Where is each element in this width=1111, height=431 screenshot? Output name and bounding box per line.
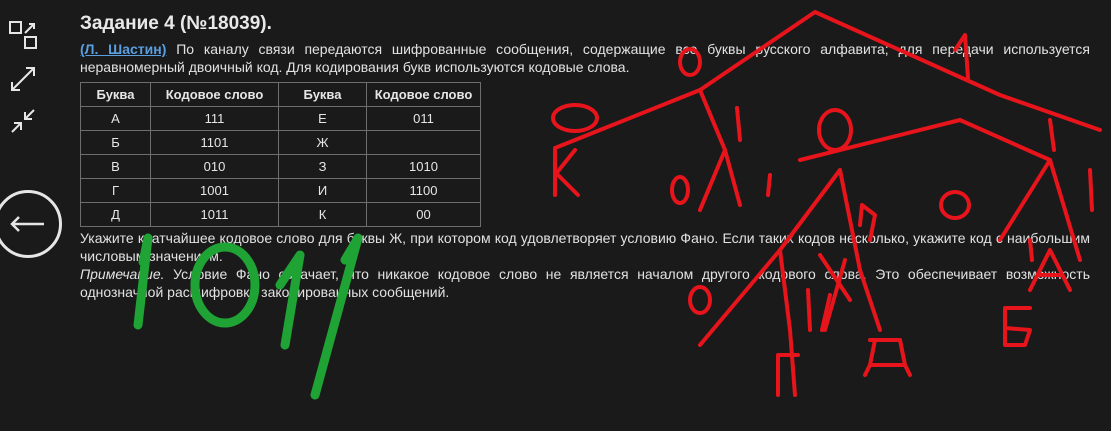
- table-cell: Е: [278, 106, 367, 131]
- sidebar: [0, 0, 62, 431]
- table-cell: Б: [80, 130, 151, 155]
- table-cell: Ж: [278, 130, 367, 155]
- question-text: Укажите кратчайшее кодовое слово для бук…: [80, 230, 1090, 264]
- table-cell: К: [278, 202, 367, 227]
- code-table: Буква Кодовое слово Буква Кодовое слово …: [80, 82, 481, 227]
- task-content: Задание 4 (№18039). (Л. Шастин) По канал…: [80, 12, 1090, 301]
- table-cell: Д: [80, 202, 151, 227]
- table-cell: З: [278, 154, 367, 179]
- expand-icon[interactable]: [8, 64, 38, 94]
- shrink-icon[interactable]: [8, 106, 38, 136]
- arrow-left-icon: [10, 216, 44, 232]
- header-letter-2: Буква: [278, 82, 367, 107]
- table-row: Б 1101 Ж: [80, 130, 481, 155]
- table-cell: Г: [80, 178, 151, 203]
- table-cell: 1011: [150, 202, 279, 227]
- note-text: Условие Фано означает, что никакое кодов…: [80, 266, 1090, 300]
- table-cell: В: [80, 154, 151, 179]
- collapse-icon[interactable]: [8, 20, 38, 50]
- table-cell: 011: [366, 106, 481, 131]
- table-cell: 1010: [366, 154, 481, 179]
- table-cell: А: [80, 106, 151, 131]
- author-link[interactable]: (Л. Шастин): [80, 41, 166, 57]
- table-cell: 1100: [366, 178, 481, 203]
- table-row: Г 1001 И 1100: [80, 178, 481, 203]
- note-label: Примечание.: [80, 266, 165, 282]
- header-letter-1: Буква: [80, 82, 151, 107]
- task-title: Задание 4 (№18039).: [80, 13, 272, 34]
- table-cell: 1001: [150, 178, 279, 203]
- intro-text: По каналу связи передаются шифрованные с…: [80, 41, 1090, 75]
- table-cell: И: [278, 178, 367, 203]
- table-row: В 010 З 1010: [80, 154, 481, 179]
- table-cell: 010: [150, 154, 279, 179]
- table-cell: 111: [150, 106, 279, 131]
- header-code-1: Кодовое слово: [150, 82, 279, 107]
- table-header-row: Буква Кодовое слово Буква Кодовое слово: [80, 82, 481, 107]
- table-cell: 00: [366, 202, 481, 227]
- header-code-2: Кодовое слово: [366, 82, 481, 107]
- note: Примечание. Условие Фано означает, что н…: [80, 265, 1090, 301]
- table-cell: 1101: [150, 130, 279, 155]
- table-cell: [366, 130, 481, 155]
- back-button[interactable]: [0, 190, 62, 258]
- table-row: А 111 Е 011: [80, 106, 481, 131]
- task-intro: (Л. Шастин) По каналу связи передаются ш…: [80, 40, 1090, 76]
- table-row: Д 1011 К 00: [80, 202, 481, 227]
